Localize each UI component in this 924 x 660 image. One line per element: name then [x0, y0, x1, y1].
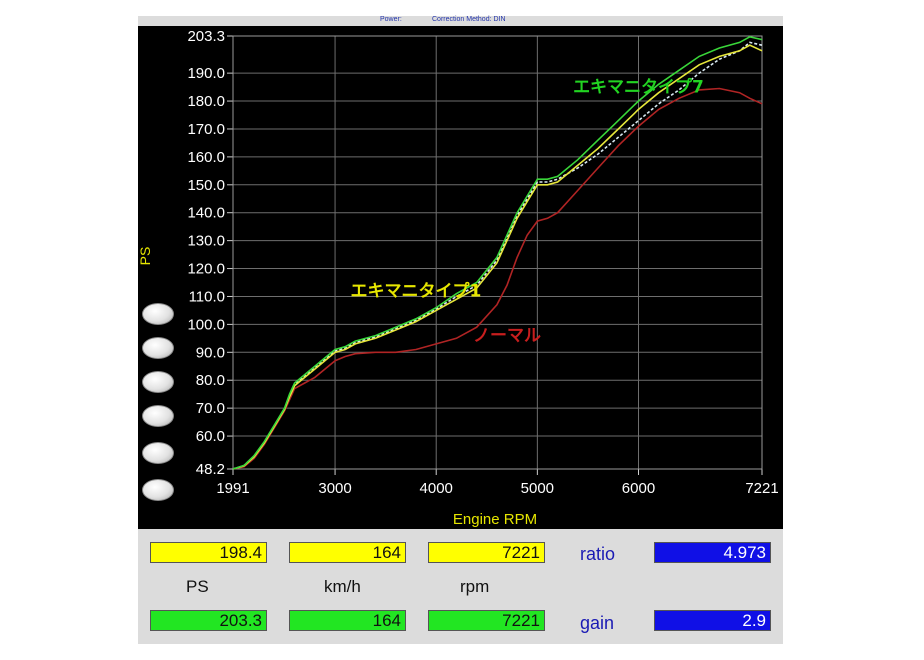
y-tick-label: 80.0	[196, 372, 225, 389]
x-tick-label: 4000	[420, 480, 453, 497]
series-annotation: エキマニタイプ1	[351, 280, 482, 301]
readout-rpm-max: 7221	[428, 610, 545, 631]
unit-ps: PS	[186, 577, 209, 596]
side-button-1[interactable]	[142, 303, 174, 325]
readout-panel: 198.4 164 7221 ratio 4.973 PS km/h rpm 2…	[138, 529, 783, 644]
y-tick-label: 160.0	[187, 149, 225, 166]
y-tick-label: 100.0	[187, 316, 225, 333]
y-tick-label: 190.0	[187, 65, 225, 82]
y-tick-label: 140.0	[187, 205, 225, 222]
x-tick-label: 3000	[318, 480, 351, 497]
ratio-label: ratio	[580, 544, 616, 564]
series-annotation: エキマニタイプ7	[573, 77, 704, 98]
y-tick-label: 130.0	[187, 233, 225, 250]
y-tick-label: 150.0	[187, 177, 225, 194]
readout-ps-current: 198.4	[150, 542, 267, 563]
side-button-3[interactable]	[142, 371, 174, 393]
y-tick-label: 120.0	[187, 261, 225, 278]
y-tick-label: 70.0	[196, 400, 225, 417]
side-button-2[interactable]	[142, 337, 174, 359]
side-button-4[interactable]	[142, 405, 174, 427]
x-tick-label: 1991	[216, 480, 249, 497]
readout-ps-max: 203.3	[150, 610, 267, 631]
x-tick-label: 5000	[521, 480, 554, 497]
y-tick-label: 180.0	[187, 93, 225, 110]
gain-label: gain	[580, 613, 615, 633]
header-strip: Power: Correction Method: DIN	[138, 16, 783, 26]
x-tick-label: 6000	[622, 480, 655, 497]
side-button-6[interactable]	[142, 479, 174, 501]
y-tick-label: 48.2	[196, 461, 225, 478]
y-tick-label: 60.0	[196, 428, 225, 445]
header-power: Power:	[380, 16, 402, 23]
unit-kmh: km/h	[324, 577, 361, 596]
readout-speed-max: 164	[289, 610, 406, 631]
y-tick-label: 203.3	[187, 28, 225, 45]
readout-speed-current: 164	[289, 542, 406, 563]
y-tick-label: 90.0	[196, 344, 225, 361]
x-axis-label: Engine RPM	[453, 511, 537, 528]
gain-value: 2.9	[654, 610, 771, 631]
header-correction: Correction Method: DIN	[432, 16, 506, 23]
y-tick-label: 110.0	[189, 288, 225, 305]
series-annotation: ノーマル	[473, 326, 541, 346]
x-tick-label: 7221	[745, 480, 778, 497]
unit-rpm: rpm	[460, 577, 490, 596]
readout-rpm-current: 7221	[428, 542, 545, 563]
side-button-5[interactable]	[142, 442, 174, 464]
power-chart: 48.2 60.0 70.0 80.0 90.0 100.0 110.0 120.0 130.0…	[138, 26, 783, 529]
ratio-value: 4.973	[654, 542, 771, 563]
dyno-window: Power: Correction Method: DIN 48.2 60.0 70…	[138, 16, 783, 644]
y-axis-label: PS	[138, 247, 153, 266]
y-tick-label: 170.0	[187, 121, 225, 138]
